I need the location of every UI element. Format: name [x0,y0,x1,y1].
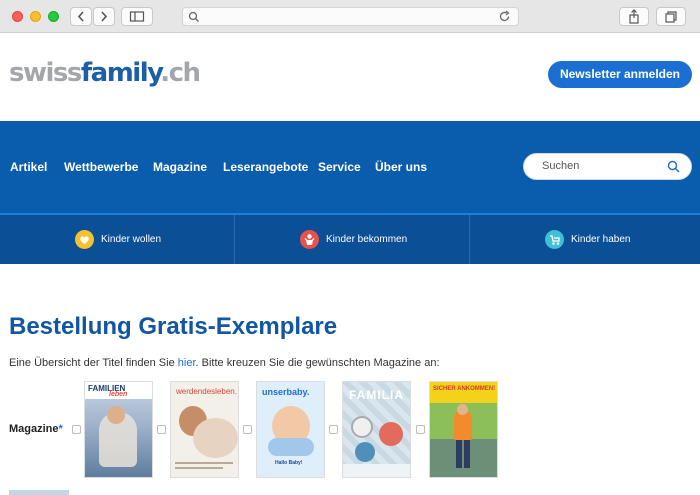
magazine-cover-unserbaby[interactable]: unserbaby. Hallo Baby! [257,382,324,477]
topic-label: Kinder haben [571,234,631,245]
cover-caption [175,462,233,464]
nav-item-ueber-uns[interactable]: Über uns [375,160,427,174]
topic-kinder-bekommen[interactable]: Kinder bekommen [235,215,469,264]
cover-photo-leg [456,440,462,468]
share-icon [629,9,639,24]
magazine-checkbox-3[interactable] [243,425,252,434]
next-section-heading-hint [9,490,69,495]
minimize-window-button[interactable] [30,11,41,22]
logo-part-family: family [80,58,162,88]
cover-caption [175,467,223,469]
magazine-field-label: Magazine* [9,423,63,435]
browser-toolbar [0,0,700,33]
overview-link[interactable]: hier [178,357,196,369]
magazine-cover-sicher-ankommen[interactable]: SICHER ANKOMMEN! [430,382,497,477]
nav-item-magazine[interactable]: Magazine [153,160,207,174]
topic-navigation: Kinder wollen Kinder bekommen Kinder hab… [0,213,700,264]
cover-photo [268,438,314,456]
cover-photo-plate [355,442,375,462]
reload-icon[interactable] [498,10,511,23]
address-bar[interactable] [182,7,519,26]
sidebar-icon [129,11,145,22]
magazine-cover-familia[interactable]: FAMILIA [343,382,410,477]
search-input[interactable]: Suchen [523,153,692,180]
page-title: Bestellung Gratis-Exemplare [9,313,338,340]
close-window-button[interactable] [12,11,23,22]
topic-kinder-wollen[interactable]: Kinder wollen [0,215,234,264]
chevron-right-icon [101,11,108,22]
cover-title: SICHER ANKOMMEN! [433,386,496,392]
required-marker: * [58,423,63,435]
cover-photo-plate [379,422,403,446]
cover-title-line2: leben [109,391,128,398]
nav-item-leserangebote[interactable]: Leserangebote [223,160,308,174]
tabs-button[interactable] [656,7,686,26]
intro-text-end: . Bitte kreuzen Sie die gewünschten Maga… [195,357,440,369]
search-placeholder: Suchen [542,160,580,172]
back-button[interactable] [70,7,92,26]
search-icon [188,11,199,22]
magazine-label-text: Magazine [9,423,59,435]
newsletter-button[interactable]: Newsletter anmelden [548,61,692,88]
site-logo[interactable]: swissfamily.ch [9,57,201,89]
topic-label: Kinder bekommen [326,234,408,245]
maximize-window-button[interactable] [48,11,59,22]
intro-text: Eine Übersicht der Titel finden Sie hier… [9,357,440,369]
magazine-checkbox-2[interactable] [157,425,166,434]
forward-button[interactable] [93,7,115,26]
magazine-checkbox-5[interactable] [416,425,425,434]
share-button[interactable] [619,7,649,26]
tabs-icon [665,11,677,23]
magazine-checkbox-1[interactable] [72,425,81,434]
intro-text-start: Eine Übersicht der Titel finden Sie [9,357,178,369]
cover-photo [193,418,238,458]
magazine-cover-familienleben[interactable]: FAMILIEN leben [85,382,152,477]
sidebar-toggle-button[interactable] [121,7,153,26]
chevron-left-icon [77,11,84,22]
topic-kinder-haben[interactable]: Kinder haben [470,215,700,264]
cover-photo-leg [464,440,470,468]
search-icon[interactable] [667,160,680,173]
heart-icon [75,230,94,249]
cover-photo-face [457,404,468,415]
nav-item-artikel[interactable]: Artikel [10,160,47,174]
nav-item-wettbewerbe[interactable]: Wettbewerbe [64,160,138,174]
main-navigation: Artikel Wettbewerbe Magazine Leserangebo… [0,121,700,213]
stroller-icon [545,230,564,249]
cover-photo-face [107,406,125,424]
logo-part-ch: .ch [160,58,201,88]
logo-part-swiss: swiss [9,58,82,88]
cover-subtitle: Hallo Baby! [275,460,303,466]
cover-title: werdendesleben. [176,387,237,396]
browser-window: swissfamily.ch Newsletter anmelden Artik… [0,0,700,495]
nav-item-service[interactable]: Service [318,160,361,174]
magazine-cover-werdendesleben[interactable]: werdendesleben. [171,382,238,477]
cover-title: unserbaby. [262,387,310,397]
cover-footer [343,464,410,477]
topic-label: Kinder wollen [101,234,162,245]
magazine-checkbox-4[interactable] [329,425,338,434]
cover-photo-plate [351,416,373,438]
baby-icon [300,230,319,249]
cover-title: FAMILIA [349,388,404,402]
